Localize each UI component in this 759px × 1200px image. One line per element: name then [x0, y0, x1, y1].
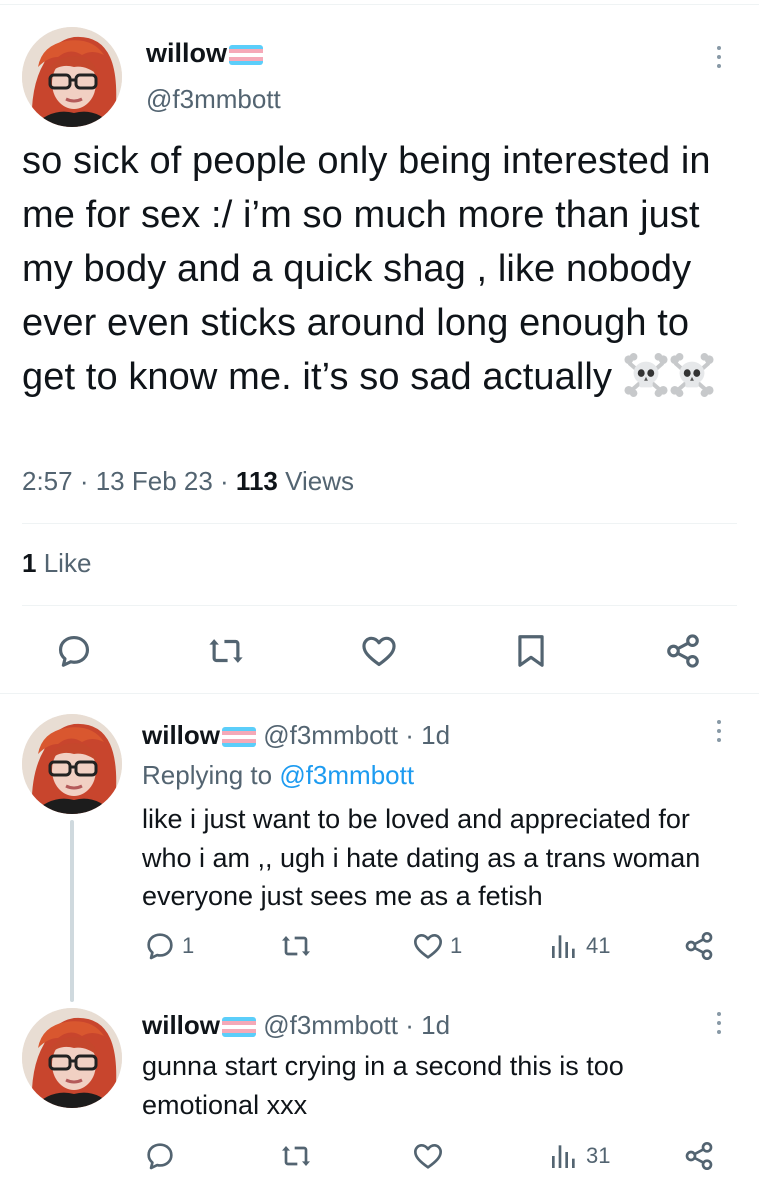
views-icon	[548, 1140, 580, 1172]
reply-icon	[55, 632, 93, 670]
top-border	[0, 4, 759, 5]
replying-prefix: Replying to	[142, 760, 273, 790]
reply-header: willow @f3mmbott · 1d	[142, 1010, 450, 1041]
likes-label: Like	[43, 548, 92, 578]
like-button[interactable]: 1	[412, 930, 462, 962]
retweet-icon	[280, 1140, 312, 1172]
more-icon[interactable]	[717, 720, 723, 742]
retweet-button[interactable]	[280, 930, 318, 962]
tweet-meta: 2:57 · 13 Feb 23 · 113 Views	[22, 466, 354, 497]
display-name-text: willow	[146, 38, 227, 68]
meta-separator: ·	[212, 466, 236, 496]
like-icon	[360, 632, 398, 670]
share-icon	[664, 632, 702, 670]
reply-text: like i just want to be loved and appreci…	[142, 804, 701, 911]
avatar[interactable]	[22, 714, 122, 814]
reply-count: 1	[182, 933, 195, 958]
reply-age[interactable]: · 1d	[405, 720, 450, 750]
retweet-button[interactable]	[280, 1140, 318, 1172]
retweet-icon	[280, 930, 312, 962]
reply-age[interactable]: · 1d	[405, 1010, 450, 1040]
trans-flag-icon	[222, 727, 256, 747]
like-icon	[412, 930, 444, 962]
skull-and-crossbones-icon	[669, 353, 715, 397]
tweet-text: so sick of people only being interested …	[22, 134, 737, 404]
tweet-text-body: so sick of people only being interested …	[22, 140, 711, 398]
more-icon[interactable]	[717, 46, 723, 68]
reply-button[interactable]	[144, 1140, 182, 1172]
divider	[22, 523, 737, 524]
view-count: 41	[586, 933, 611, 958]
replying-to: Replying to @f3mmbott	[142, 760, 414, 791]
views-icon	[548, 930, 580, 962]
more-icon[interactable]	[717, 1012, 723, 1034]
share-icon	[683, 930, 715, 962]
share-button[interactable]	[683, 930, 715, 962]
display-name[interactable]: willow	[146, 38, 263, 69]
skull-and-crossbones-icon	[623, 353, 669, 397]
retweet-icon	[207, 632, 245, 670]
bookmark-button[interactable]	[512, 632, 550, 670]
retweet-button[interactable]	[207, 632, 245, 670]
views-label: Views	[285, 466, 354, 496]
view-count: 31	[586, 1143, 611, 1168]
handle[interactable]: @f3mmbott	[146, 84, 281, 115]
views-button[interactable]: 31	[548, 1140, 610, 1172]
display-name[interactable]: willow	[142, 1010, 220, 1040]
reply-button[interactable]: 1	[144, 930, 194, 962]
handle[interactable]: @f3mmbott	[263, 720, 398, 750]
display-name[interactable]: willow	[142, 720, 220, 750]
share-icon	[683, 1140, 715, 1172]
likes-summary[interactable]: 1 Like	[22, 548, 91, 579]
reply-icon	[144, 1140, 176, 1172]
reply-icon	[144, 930, 176, 962]
views-button[interactable]: 41	[548, 930, 610, 962]
thread-line	[70, 820, 74, 1002]
tweet-date[interactable]: 13 Feb 23	[96, 466, 213, 496]
like-count: 1	[450, 933, 463, 958]
avatar[interactable]	[22, 27, 122, 127]
avatar[interactable]	[22, 1008, 122, 1108]
like-button[interactable]	[360, 632, 398, 670]
section-separator	[0, 693, 759, 694]
divider	[22, 605, 737, 606]
share-button[interactable]	[683, 1140, 715, 1172]
share-button[interactable]	[664, 632, 702, 670]
trans-flag-icon	[229, 45, 263, 65]
bookmark-icon	[512, 632, 550, 670]
likes-count: 1	[22, 548, 37, 578]
avatar-image	[22, 1008, 122, 1108]
replying-to-link[interactable]: @f3mmbott	[279, 760, 414, 790]
avatar-image	[22, 714, 122, 814]
meta-separator: ·	[72, 466, 96, 496]
like-icon	[412, 1140, 444, 1172]
trans-flag-icon	[222, 1017, 256, 1037]
reply-button[interactable]	[55, 632, 93, 670]
like-button[interactable]	[412, 1140, 450, 1172]
reply-header: willow @f3mmbott · 1d	[142, 720, 450, 751]
views-count: 113	[235, 466, 278, 496]
tweet-time[interactable]: 2:57	[22, 466, 73, 496]
handle[interactable]: @f3mmbott	[263, 1010, 398, 1040]
avatar-image	[22, 27, 122, 127]
reply-text: gunna start crying in a second this is t…	[142, 1051, 624, 1120]
